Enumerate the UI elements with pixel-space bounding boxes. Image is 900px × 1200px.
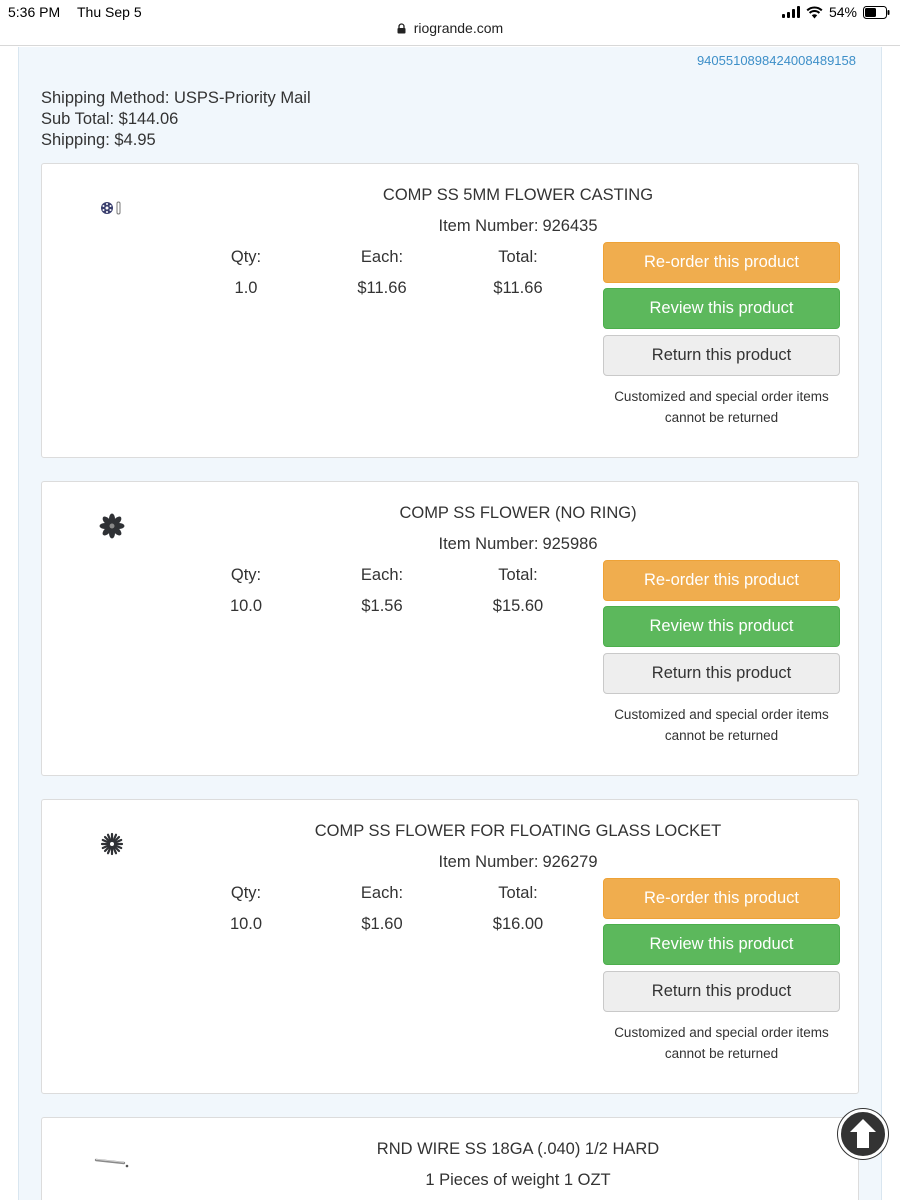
qty-value: 10.0: [229, 915, 263, 933]
lock-icon: [397, 21, 406, 37]
status-indicators: 54%: [781, 4, 890, 20]
review-button[interactable]: Review this product: [603, 606, 840, 647]
shipping-cost: Shipping: $4.95: [41, 131, 156, 149]
status-time: 5:36 PM: [8, 4, 61, 20]
flower-locket-thumbnail[interactable]: [92, 830, 132, 858]
arrow-up-icon: [850, 1119, 876, 1148]
return-policy-note: Customized and special order items canno…: [614, 707, 829, 743]
total-label: Total:: [498, 248, 538, 266]
qty-value: 10.0: [229, 597, 263, 615]
item-number-value: 926279: [542, 853, 598, 871]
qty-value: 1.0: [234, 279, 258, 297]
wifi-icon: [806, 5, 823, 19]
return-button[interactable]: Return this product: [603, 653, 840, 694]
wire-thumbnail[interactable]: [92, 1148, 132, 1176]
cellular-signal-icon: [781, 6, 800, 18]
product-name: COMP SS FLOWER FOR FLOATING GLASS LOCKET: [314, 822, 722, 840]
shipment-summary: Shipping Method: USPS-Priority Mail Sub …: [41, 88, 311, 151]
product-name: COMP SS 5MM FLOWER CASTING: [382, 186, 654, 204]
total-label: Total:: [498, 884, 538, 902]
item-number-label: Item Number:: [438, 217, 539, 235]
total-value: $16.00: [492, 915, 544, 933]
each-label: Each:: [360, 248, 404, 266]
product-name: COMP SS FLOWER (NO RING): [399, 504, 637, 522]
address-bar[interactable]: riogrande.com: [0, 20, 900, 46]
qty-label: Qty:: [230, 884, 262, 902]
tracking-number-link[interactable]: 9405510898424008489158: [697, 53, 856, 68]
order-item-card: COMP SS FLOWER FOR FLOATING GLASS LOCKET…: [41, 799, 859, 1094]
each-label: Each:: [360, 884, 404, 902]
product-weight: 1 Pieces of weight 1 OZT: [425, 1171, 611, 1189]
each-value: $1.60: [361, 915, 403, 933]
item-number: Item Number: 925986: [222, 535, 814, 554]
flower-thumbnail[interactable]: [92, 512, 132, 540]
order-item-card: RND WIRE SS 18GA (.040) 1/2 HARD 1 Piece…: [41, 1117, 859, 1200]
total-value: $15.60: [492, 597, 544, 615]
total-label: Total:: [498, 566, 538, 584]
reorder-button[interactable]: Re-order this product: [603, 560, 840, 601]
order-item-card: COMP SS 5MM FLOWER CASTING Item Number: 9…: [41, 163, 859, 458]
qty-label: Qty:: [230, 248, 262, 266]
item-number: Item Number: 926279: [222, 853, 814, 872]
total-value: $11.66: [493, 279, 543, 297]
each-label: Each:: [360, 566, 404, 584]
review-button[interactable]: Review this product: [603, 288, 840, 329]
return-button[interactable]: Return this product: [603, 335, 840, 376]
battery-percent: 54%: [828, 4, 857, 20]
item-number-label: Item Number:: [438, 535, 539, 553]
item-number-value: 925986: [542, 535, 598, 553]
status-date: Thu Sep 5: [77, 4, 142, 20]
item-number-label: Item Number:: [438, 853, 539, 871]
review-button[interactable]: Review this product: [603, 924, 840, 965]
qty-label: Qty:: [230, 566, 262, 584]
url-text: riogrande.com: [413, 20, 504, 36]
reorder-button[interactable]: Re-order this product: [603, 878, 840, 919]
battery-icon: [863, 5, 890, 19]
shipping-method: Shipping Method: USPS-Priority Mail: [41, 89, 311, 107]
item-number-value: 926435: [542, 217, 598, 235]
return-policy-note: Customized and special order items canno…: [614, 389, 829, 425]
return-button[interactable]: Return this product: [603, 971, 840, 1012]
product-name: RND WIRE SS 18GA (.040) 1/2 HARD: [376, 1140, 660, 1158]
item-number: Item Number: 926435: [222, 217, 814, 236]
return-policy-note: Customized and special order items canno…: [614, 1025, 829, 1061]
scroll-to-top-button[interactable]: [838, 1109, 888, 1159]
order-item-card: COMP SS FLOWER (NO RING) Item Number: 925…: [41, 481, 859, 776]
flower-casting-thumbnail[interactable]: [92, 194, 132, 222]
each-value: $11.66: [357, 279, 407, 297]
subtotal: Sub Total: $144.06: [41, 110, 179, 128]
each-value: $1.56: [361, 597, 403, 615]
reorder-button[interactable]: Re-order this product: [603, 242, 840, 283]
